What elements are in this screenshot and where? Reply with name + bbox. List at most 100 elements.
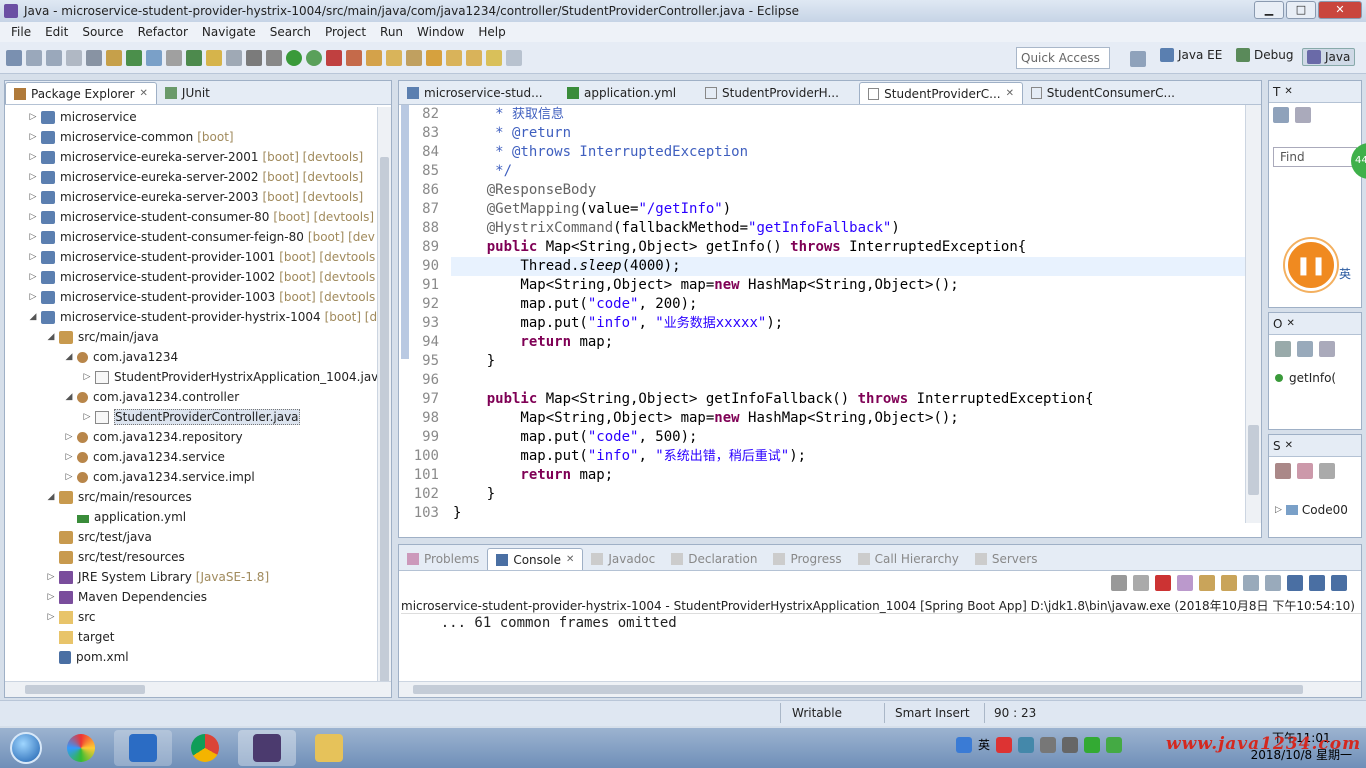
display-icon[interactable]	[1062, 736, 1079, 753]
word-wrap-icon[interactable]	[1221, 575, 1237, 591]
servers-item[interactable]: Code00	[1302, 503, 1348, 517]
open-folder-icon[interactable]	[386, 49, 402, 66]
console-output[interactable]: ... 61 common frames omitted	[407, 615, 677, 631]
link-icon[interactable]	[1297, 463, 1313, 479]
editor-tab-2[interactable]: application.yml	[559, 82, 697, 104]
security-icon[interactable]	[1084, 736, 1101, 753]
tree-item[interactable]: ◢ com.java1234	[63, 347, 179, 367]
tree-item[interactable]: ▷ microservice-eureka-server-2002 [boot] […	[27, 167, 364, 187]
editor-tab-1[interactable]: microservice-stud...	[399, 82, 559, 104]
code-line[interactable]: }	[453, 352, 495, 371]
tree-item[interactable]: ▷ StudentProviderHystrixApplication_1004.…	[81, 367, 377, 387]
tab-call-hierarchy[interactable]: Call Hierarchy	[850, 548, 967, 570]
network-icon[interactable]	[1018, 736, 1035, 753]
collapsed-arrow-icon[interactable]: ▷	[63, 432, 75, 442]
code-line[interactable]: return map;	[453, 333, 613, 352]
tree-item[interactable]: ◢ src/main/resources	[45, 487, 192, 507]
taskbar-explorer[interactable]	[300, 730, 358, 766]
code-line[interactable]: map.put("code", 200);	[453, 295, 697, 314]
terminate-icon[interactable]	[1111, 575, 1127, 591]
code-line[interactable]: return map;	[453, 466, 613, 485]
collapsed-arrow-icon[interactable]: ▷	[27, 192, 39, 202]
display-console-icon[interactable]	[1309, 575, 1325, 591]
tree-item[interactable]: src/test/java	[45, 527, 152, 547]
build-icon[interactable]	[246, 49, 262, 66]
collapsed-arrow-icon[interactable]: ▷	[45, 592, 57, 602]
open-perspective-icon[interactable]	[1130, 51, 1146, 67]
tab-package-explorer[interactable]: Package Explorer ✕	[5, 82, 157, 104]
menu-search[interactable]: Search	[263, 25, 318, 39]
code-line[interactable]: * 获取信息	[453, 105, 564, 124]
annotation-icon[interactable]	[226, 49, 242, 66]
tree-item[interactable]: ▷ microservice-eureka-server-2001 [boot] […	[27, 147, 364, 167]
code-line[interactable]: map.put("code", 500);	[453, 428, 697, 447]
collapsed-arrow-icon[interactable]: ▷	[81, 412, 93, 422]
collapsed-arrow-icon[interactable]: ▷	[63, 472, 75, 482]
gear-icon[interactable]	[166, 49, 182, 66]
collapsed-arrow-icon[interactable]: ▷	[27, 152, 39, 162]
filter-icon[interactable]	[1295, 107, 1311, 123]
code-line[interactable]: @ResponseBody	[453, 181, 597, 200]
tree-item[interactable]: ▷ microservice	[27, 107, 137, 127]
tab-problems[interactable]: Problems	[399, 548, 487, 570]
pause-record-icon[interactable]: ❚❚	[1285, 239, 1337, 291]
perspective-java[interactable]: Java	[1302, 48, 1356, 66]
back-icon[interactable]	[486, 49, 502, 66]
tree-item[interactable]: ▷ microservice-student-provider-1001 [boot…	[27, 247, 376, 267]
outline-item[interactable]: getInfo(	[1289, 371, 1336, 385]
tree-item[interactable]: application.yml	[63, 507, 186, 527]
collapsed-arrow-icon[interactable]: ▷	[27, 212, 39, 222]
minimize-button[interactable]: ▁	[1254, 1, 1284, 19]
tasks-icon[interactable]	[426, 49, 442, 66]
code-line[interactable]: }	[453, 485, 495, 504]
editor-tab-5[interactable]: StudentConsumerC...	[1023, 82, 1183, 104]
scroll-lock-icon[interactable]	[1199, 575, 1215, 591]
menu-refactor[interactable]: Refactor	[131, 25, 195, 39]
code-line[interactable]: }	[453, 504, 461, 523]
close-button[interactable]: ✕	[1318, 1, 1362, 19]
tree-item[interactable]: ▷ src	[45, 607, 96, 627]
task-tab[interactable]: T	[1273, 85, 1280, 99]
collapsed-arrow-icon[interactable]: ▷	[81, 372, 93, 382]
search-icon[interactable]	[86, 49, 102, 66]
perspective-debug[interactable]: Debug	[1236, 48, 1293, 62]
expanded-arrow-icon[interactable]: ◢	[63, 352, 75, 362]
tree-item[interactable]: ▷ Maven Dependencies	[45, 587, 207, 607]
collapsed-arrow-icon[interactable]: ▷	[27, 252, 39, 262]
tree-item[interactable]: pom.xml	[45, 647, 129, 667]
collapsed-arrow-icon[interactable]: ▷	[27, 132, 39, 142]
stop-icon[interactable]	[1155, 575, 1171, 591]
menu-icon[interactable]	[1319, 463, 1335, 479]
outline-tab[interactable]: O	[1273, 317, 1282, 331]
scroll-thumb[interactable]	[25, 685, 145, 694]
tab-javadoc[interactable]: Javadoc	[583, 548, 663, 570]
stop-icon[interactable]	[326, 49, 342, 66]
editor-vertical-scrollbar[interactable]	[1245, 105, 1261, 523]
taskbar-eclipse[interactable]	[238, 730, 296, 766]
menu-source[interactable]: Source	[75, 25, 130, 39]
find-input[interactable]: Find	[1273, 147, 1357, 167]
ime-icon[interactable]	[956, 736, 972, 753]
toggle-block-icon[interactable]	[106, 49, 122, 66]
close-icon[interactable]: ✕	[140, 88, 148, 99]
code-line[interactable]: @HystrixCommand(fallbackMethod="getInfoF…	[453, 219, 900, 238]
expanded-arrow-icon[interactable]: ◢	[45, 332, 57, 342]
close-icon[interactable]: ✕	[1006, 88, 1014, 99]
expanded-arrow-icon[interactable]: ◢	[45, 492, 57, 502]
expanded-arrow-icon[interactable]: ◢	[27, 312, 39, 322]
menu-window[interactable]: Window	[410, 25, 471, 39]
console-horizontal-scrollbar[interactable]	[399, 681, 1361, 697]
tab-declaration[interactable]: Declaration	[663, 548, 765, 570]
code-line[interactable]: Map<String,Object> map=new HashMap<Strin…	[453, 276, 958, 295]
collapsed-arrow-icon[interactable]: ▷	[27, 292, 39, 302]
tab-console[interactable]: Console ✕	[487, 548, 584, 570]
run-icon[interactable]	[286, 49, 302, 66]
servers-tab[interactable]: S	[1273, 439, 1281, 453]
tab-junit[interactable]: JUnit	[157, 82, 218, 104]
perspective-java-ee[interactable]: Java EE	[1160, 48, 1222, 62]
tree-item[interactable]: ▷ microservice-student-consumer-80 [boot] …	[27, 207, 374, 227]
tree-item[interactable]: ◢ com.java1234.controller	[63, 387, 240, 407]
close-icon[interactable]: ✕	[1285, 440, 1293, 451]
edit-icon[interactable]	[406, 49, 422, 66]
tree-item[interactable]: ▷ microservice-eureka-server-2003 [boot] […	[27, 187, 364, 207]
